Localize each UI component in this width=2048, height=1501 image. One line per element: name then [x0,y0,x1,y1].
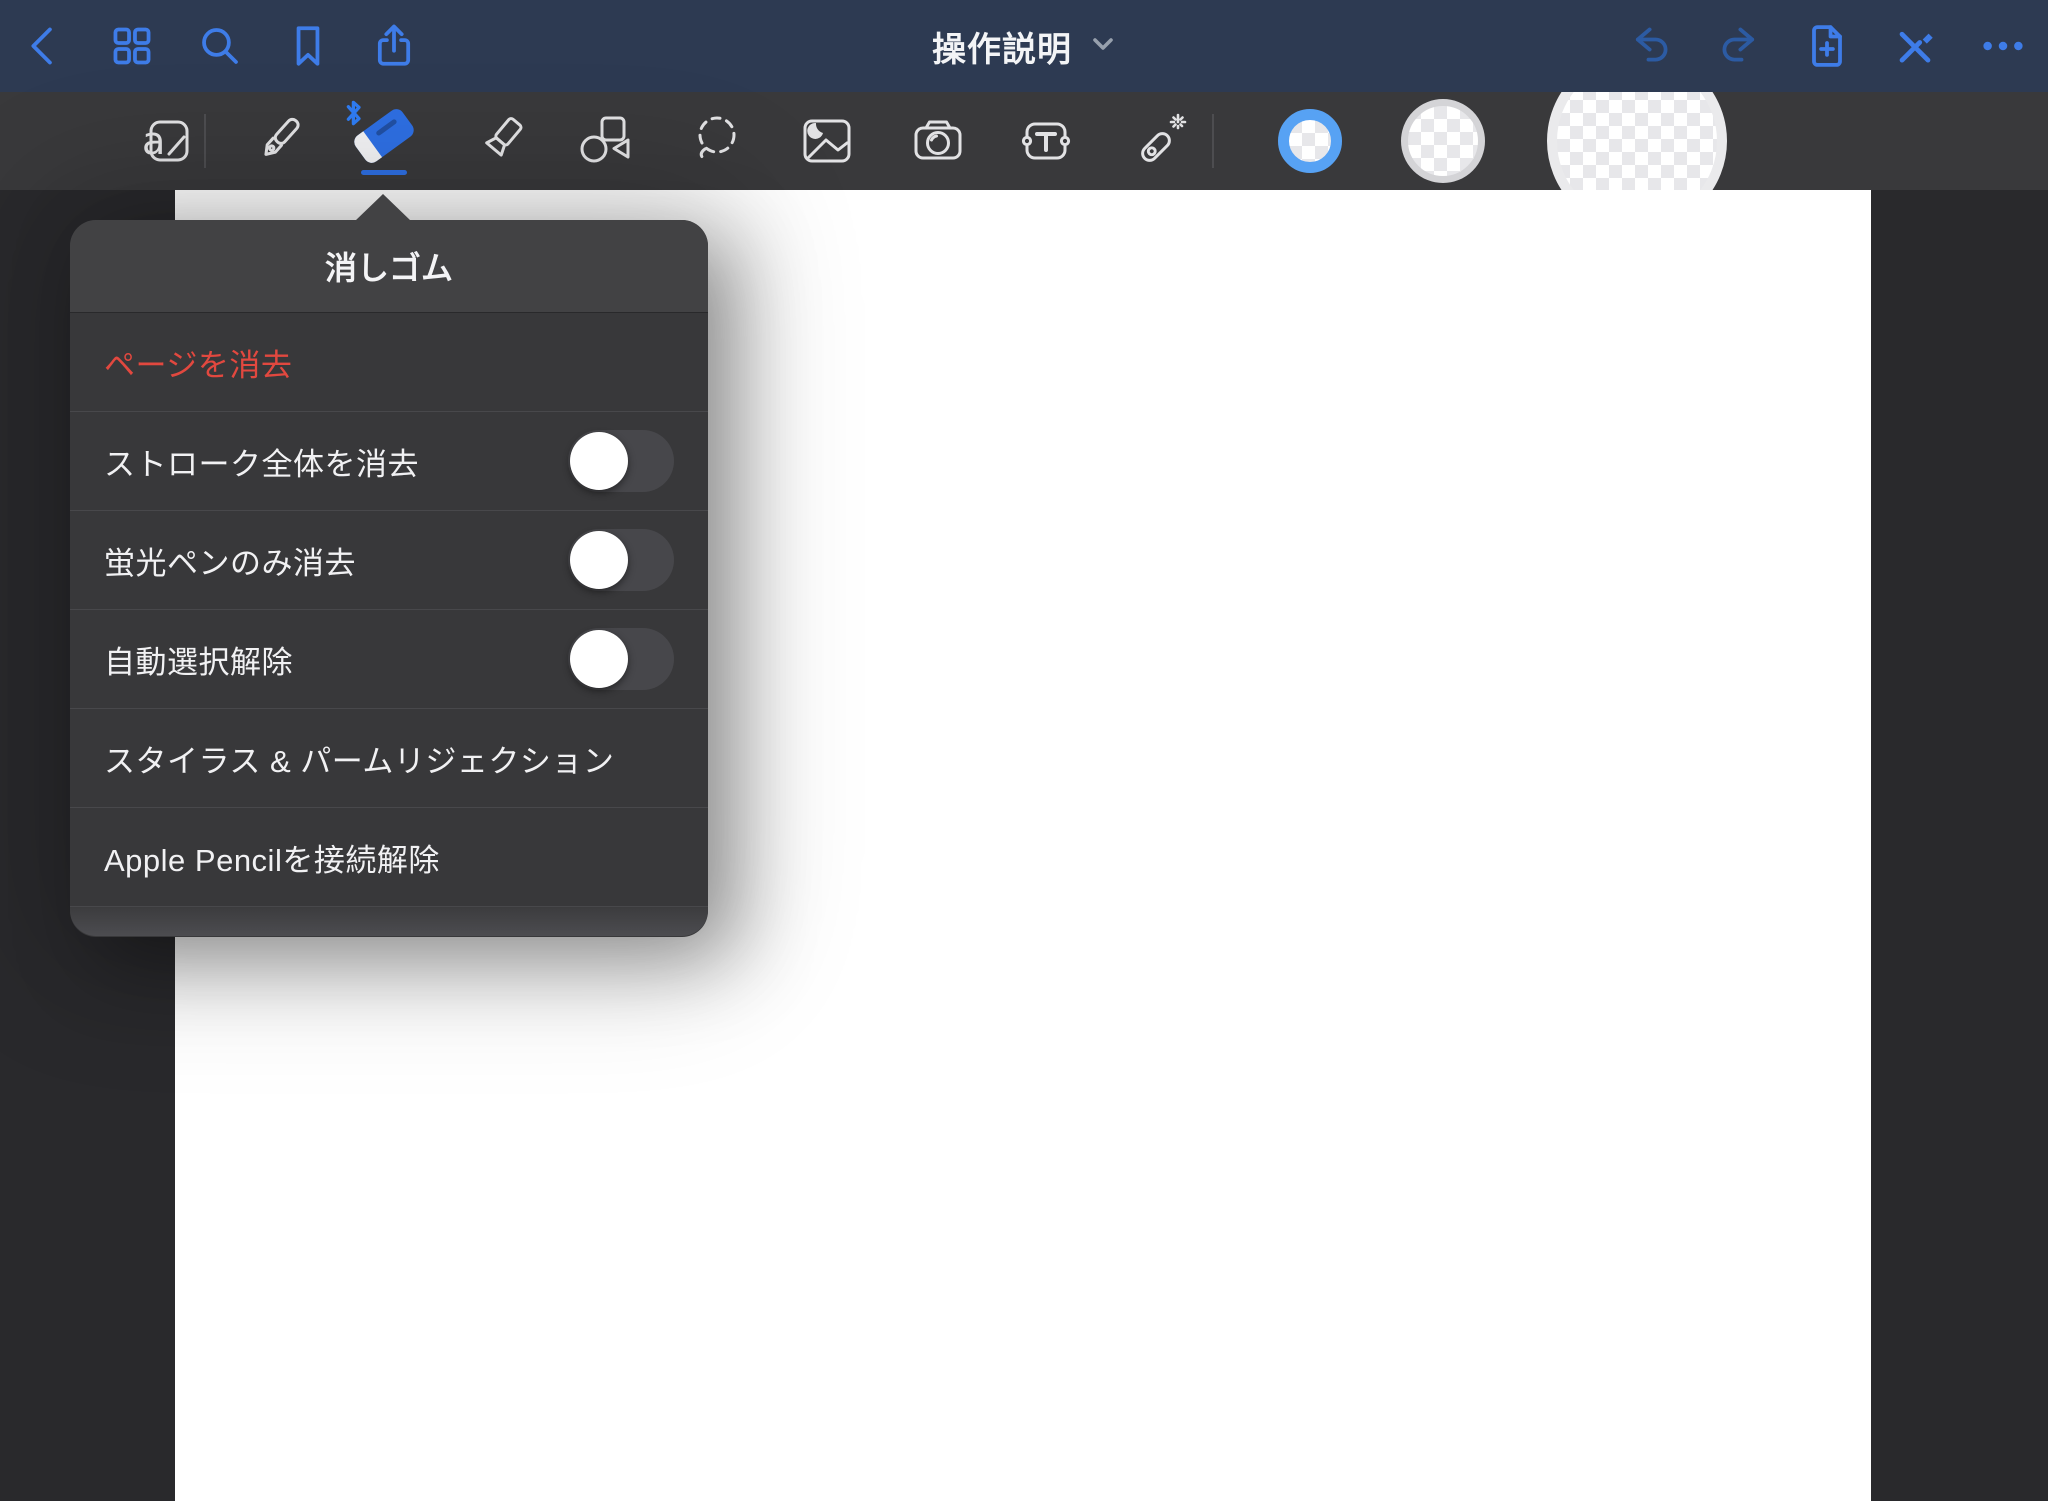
eraser-underline [361,170,407,175]
tool-pen[interactable] [236,92,320,190]
menu-item-label: スタイラス & パームリジェクション [104,736,614,781]
top-navigation-bar: 操作説明 [0,0,2048,92]
undo-icon [1626,20,1678,72]
more-button[interactable] [1967,10,2039,82]
tool-zoom-window[interactable]: a [124,92,208,190]
menu-item-label: ストローク全体を消去 [104,439,419,484]
app-window: 操作説明 [0,0,2048,1501]
redo-button[interactable] [1702,10,1774,82]
toggle-erase-highlighter-only[interactable] [568,529,674,591]
tool-image[interactable] [785,92,869,190]
popover-footer [70,907,708,936]
tool-eraser[interactable] [341,92,425,190]
eraser-size-large[interactable] [1547,92,1727,190]
eraser-size-small[interactable] [1278,109,1342,173]
page-title: 操作説明 [932,22,1072,71]
tool-lasso[interactable] [675,92,759,190]
menu-item-disconnect-apple-pencil[interactable]: Apple Pencilを接続解除 [70,808,708,907]
eraser-settings-popover: 消しゴム ページを消去 ストローク全体を消去 蛍光ペンのみ消去 自動選択解除 ス… [70,220,708,937]
menu-item-label: 自動選択解除 [104,637,293,682]
tool-shapes[interactable] [563,92,647,190]
menu-item-stylus-palm-rejection[interactable]: スタイラス & パームリジェクション [70,709,708,808]
zoom-window-icon: a [134,109,198,173]
toggle-knob [570,630,628,688]
drawing-toolbar: a [0,92,2048,190]
menu-item-label: ページを消去 [104,340,292,385]
toggle-knob [570,432,628,490]
toggle-knob [570,531,628,589]
toolbar-separator [204,114,206,168]
redo-icon [1712,20,1764,72]
readonly-pen-button[interactable] [1879,10,1951,82]
tool-highlighter[interactable] [458,92,542,190]
tool-text[interactable] [1004,92,1088,190]
camera-icon [906,109,970,173]
toggle-auto-deselect[interactable] [568,628,674,690]
popover-arrow [355,194,411,221]
tool-camera[interactable] [896,92,980,190]
toggle-erase-entire-stroke[interactable] [568,430,674,492]
add-page-button[interactable] [1791,10,1863,82]
pen-icon [246,109,310,173]
chevron-down-icon [1090,31,1116,62]
menu-item-erase-highlighter-only: 蛍光ペンのみ消去 [70,511,708,610]
menu-item-auto-deselect: 自動選択解除 [70,610,708,709]
text-icon [1014,109,1078,173]
pen-crossed-icon [1889,20,1941,72]
tool-laser-pointer[interactable] [1118,92,1202,190]
add-page-icon [1801,20,1853,72]
undo-button[interactable] [1616,10,1688,82]
ellipsis-icon [1977,20,2029,72]
svg-text:a: a [142,119,165,163]
laser-pointer-icon [1128,109,1192,173]
menu-item-erase-entire-stroke: ストローク全体を消去 [70,412,708,511]
toolbar-separator [1212,114,1214,168]
menu-item-label: Apple Pencilを接続解除 [104,835,440,880]
image-icon [795,109,859,173]
menu-item-erase-page[interactable]: ページを消去 [70,313,708,412]
menu-item-label: 蛍光ペンのみ消去 [104,538,356,583]
eraser-size-medium[interactable] [1401,99,1485,183]
lasso-icon [685,109,749,173]
highlighter-icon [468,109,532,173]
popover-title: 消しゴム [70,220,708,313]
shapes-icon [573,109,637,173]
